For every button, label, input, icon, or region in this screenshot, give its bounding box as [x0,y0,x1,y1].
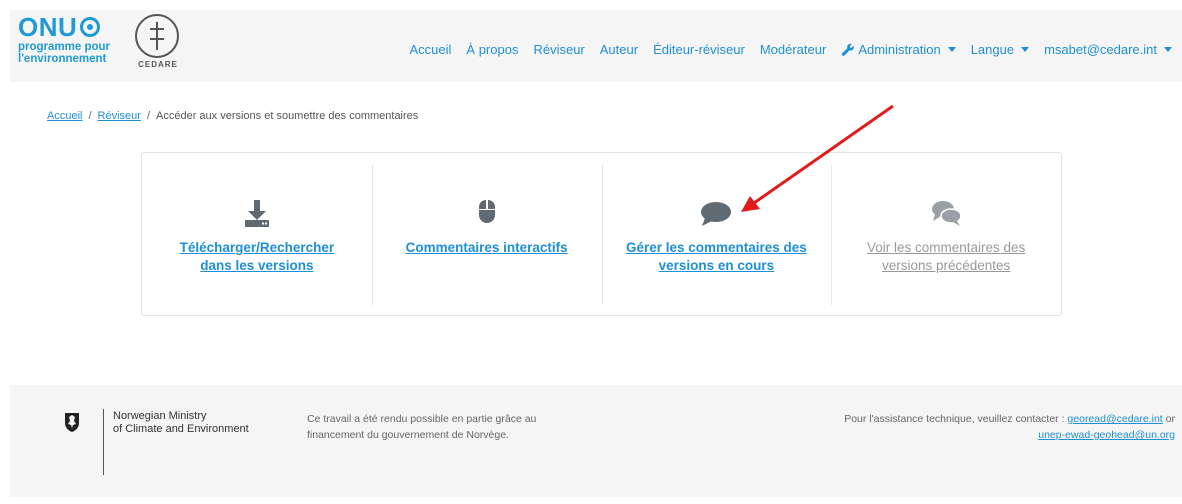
nav-moderateur[interactable]: Modérateur [760,42,826,57]
chevron-down-icon [1164,47,1172,52]
card-previous-comments-label: Voir les commentaires des versions précé… [866,240,1026,273]
card-download-search-label: Télécharger/Rechercher dans les versions [179,240,335,273]
nav-user-label: msabet@cedare.int [1044,42,1157,57]
ministry-name-line2: of Climate and Environment [113,423,249,435]
card-interactive-comments-label: Commentaires interactifs [405,240,568,255]
nav-editeur-reviseur[interactable]: Éditeur-réviseur [653,42,745,57]
chevron-down-icon [1021,47,1030,52]
card-manage-current-comments[interactable]: Gérer les commentaires des versions en c… [601,153,832,315]
nav-reviseur[interactable]: Réviseur [533,42,584,57]
card-download-search[interactable]: Télécharger/Rechercher dans les versions [142,153,372,315]
cedare-logo-text: CEDARE [138,60,178,69]
comments-icon [932,201,962,226]
nav-a-propos[interactable]: À propos [466,42,518,57]
download-icon [244,200,269,227]
card-manage-current-comments-label: Gérer les commentaires des versions en c… [625,240,807,273]
funding-credit: Ce travail a été rendu possible en parti… [307,413,537,441]
card-previous-comments[interactable]: Voir les commentaires des versions précé… [831,153,1061,315]
ministry-name-line1: Norwegian Ministry [113,410,207,422]
nav-langue-label: Langue [970,42,1015,57]
logo-subtitle-line1: programme pour [18,41,111,53]
footer-divider [103,409,104,475]
nav-auteur[interactable]: Auteur [600,42,638,57]
breadcrumb-separator: / [146,110,150,122]
contact-or: or [1165,413,1175,425]
cedare-emblem-icon [135,14,179,58]
nav-accueil[interactable]: Accueil [409,42,451,57]
site-footer: Norwegian Ministry of Climate and Enviro… [10,385,1182,497]
nav-langue-dropdown[interactable]: Langue [970,42,1030,57]
mouse-icon [478,200,495,223]
technical-contact: Pour l'assistance technique, veuillez co… [805,411,1175,443]
logo-subtitle-line2: l'environnement [18,53,107,65]
card-interactive-comments[interactable]: Commentaires interactifs [371,153,602,315]
logo-text: ONU [18,12,78,42]
chevron-down-icon [947,47,956,52]
breadcrumb: Accueil / Réviseur / Accéder aux version… [47,110,418,122]
ministry-name: Norwegian Ministry of Climate and Enviro… [113,410,249,436]
cedare-logo[interactable]: CEDARE [133,14,183,72]
reviewer-actions-panel: Télécharger/Rechercher dans les versions… [141,152,1062,316]
wrench-icon [842,43,855,56]
main-nav: Accueil À propos Réviseur Auteur Éditeur… [394,42,1172,57]
breadcrumb-accueil[interactable]: Accueil [47,110,82,122]
nav-administration-dropdown[interactable]: Administration [841,42,956,57]
contact-email-unep[interactable]: unep-ewad-geohead@un.org [1038,429,1175,441]
contact-email-georead[interactable]: georead@cedare.int [1067,413,1162,425]
breadcrumb-reviseur[interactable]: Réviseur [98,110,141,122]
site-header: ONU programme pour l'environnement CEDAR… [10,10,1182,82]
comment-icon [701,202,732,226]
nav-user-dropdown[interactable]: msabet@cedare.int [1044,42,1172,57]
contact-text: Pour l'assistance technique, veuillez co… [844,413,1065,425]
un-globe-icon [80,17,101,37]
unep-logo[interactable]: ONU programme pour l'environnement [18,13,128,75]
breadcrumb-current: Accéder aux versions et soumettre des co… [156,110,419,122]
breadcrumb-separator: / [88,110,92,122]
nav-administration-label: Administration [858,42,941,57]
norway-coat-of-arms-icon [65,413,79,432]
